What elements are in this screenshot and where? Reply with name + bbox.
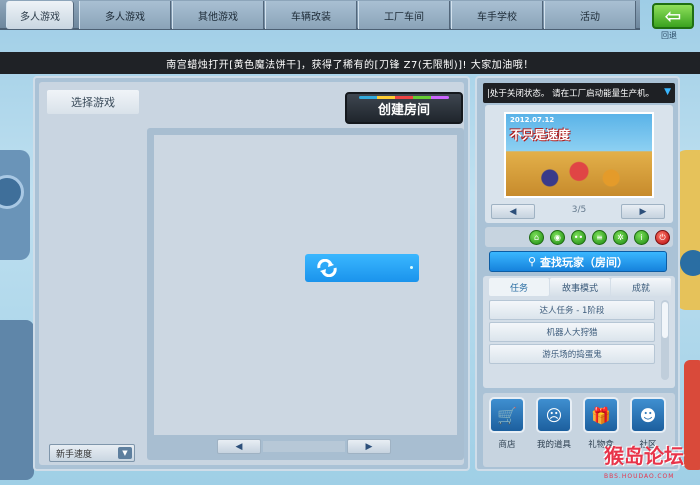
tab-events[interactable]: 活动 — [544, 1, 636, 29]
tab-achievements[interactable]: 成就 — [611, 278, 671, 296]
prev-page-button[interactable]: ◀ — [217, 439, 261, 454]
event-banner: 2012.07.12 不只是速度 ◀ 3/5 ▶ — [485, 105, 673, 223]
status-text: |处于关闭状态。 请在工厂启动能量生产机。 — [487, 89, 655, 99]
watermark-logo: 猴岛论坛 — [604, 444, 684, 468]
refresh-icon — [317, 259, 337, 277]
gift-icon: 🎁 — [583, 397, 619, 433]
tab-other-games[interactable]: 其他游戏 — [172, 1, 264, 29]
tab-tasks[interactable]: 任务 — [489, 278, 549, 296]
next-page-button[interactable]: ▶ — [347, 439, 391, 454]
create-room-button[interactable]: 创建房间 — [345, 92, 463, 124]
tab-driving-school[interactable]: 车手学校 — [451, 1, 543, 29]
mascot-icon: ☻ — [630, 397, 666, 433]
create-room-label: 创建房间 — [377, 102, 430, 118]
refresh-dot — [410, 266, 413, 269]
my-items-button[interactable]: ☹ 我的道具 — [534, 397, 574, 461]
find-player-button[interactable]: ⚲ 查找玩家（房间） — [489, 251, 667, 272]
pager-track — [263, 441, 345, 452]
task-item[interactable]: 游乐场的捣蛋鬼 — [489, 344, 655, 364]
link-icon[interactable]: •• — [571, 230, 586, 245]
watermark-url: BBS.HOUDAO.COM — [604, 473, 675, 480]
task-scrollbar[interactable] — [661, 300, 669, 380]
task-item[interactable]: 机器人大狩猎 — [489, 322, 655, 342]
info-icon[interactable]: i — [634, 230, 649, 245]
banner-page-indicator: 3/5 — [571, 205, 587, 215]
speed-select-value: 新手速度 — [56, 449, 93, 460]
gear-icon[interactable]: ✲ — [613, 230, 628, 245]
search-icon: ⚲ — [527, 255, 537, 268]
chevron-down-icon: ▼ — [118, 447, 132, 459]
cart-icon: 🛒 — [489, 397, 525, 433]
shutdown-icon[interactable]: ⏻ — [655, 230, 670, 245]
room-list-inner: 选择游戏 创建房间 ◀ ▶ 新手速度 ▼ — [39, 82, 464, 465]
banner-title: 不只是速度 — [510, 128, 571, 142]
background-decoration — [680, 250, 700, 276]
banner-next-button[interactable]: ▶ — [621, 204, 665, 219]
chevron-down-icon: ▼ — [664, 87, 671, 97]
task-panel: 任务 故事模式 成就 达人任务 - 1阶段 机器人大狩猎 游乐场的捣蛋鬼 — [483, 276, 675, 388]
scrollbar-thumb[interactable] — [662, 302, 668, 338]
my-items-label: 我的道具 — [536, 440, 571, 450]
side-panel: |处于关闭状态。 请在工厂启动能量生产机。 ▼ 2012.07.12 不只是速度… — [475, 76, 680, 471]
back-button[interactable]: ⇦ — [652, 3, 694, 29]
speed-select[interactable]: 新手速度 ▼ — [49, 444, 135, 462]
tab-vehicle-mod[interactable]: 车辆改装 — [265, 1, 357, 29]
find-player-label: 查找玩家（房间） — [540, 255, 629, 269]
room-pager: ◀ ▶ — [217, 439, 393, 455]
back-arrow-icon: ⇦ — [664, 4, 682, 28]
task-list: 达人任务 - 1阶段 机器人大狩猎 游乐场的捣蛋鬼 — [489, 300, 655, 366]
power-icon[interactable]: ◉ — [550, 230, 565, 245]
task-item[interactable]: 达人任务 - 1阶段 — [489, 300, 655, 320]
shop-label: 商店 — [498, 440, 516, 450]
banner-date: 2012.07.12 — [510, 116, 555, 124]
background-decoration — [0, 320, 34, 480]
main-tab-bar: 多人游戏 多人游戏 其他游戏 车辆改装 工厂车间 车手学校 活动 — [0, 0, 640, 30]
color-stripe — [359, 96, 449, 99]
banner-prev-button[interactable]: ◀ — [491, 204, 535, 219]
tab-story-mode[interactable]: 故事模式 — [550, 278, 610, 296]
banner-image[interactable]: 2012.07.12 不只是速度 — [504, 112, 654, 198]
back-label: 回退 — [661, 31, 677, 40]
announcement-text: 南宫蜡烛打开[黄色魔法饼干]，获得了稀有的[刀锋 Z7(无限制)]! 大家加油哦… — [166, 59, 534, 71]
room-list-area — [154, 135, 457, 435]
banner-pager: ◀ 3/5 ▶ — [491, 204, 667, 220]
crying-face-icon: ☹ — [536, 397, 572, 433]
room-list-panel: 选择游戏 创建房间 ◀ ▶ 新手速度 ▼ — [33, 76, 470, 471]
refresh-button[interactable] — [305, 254, 419, 282]
room-list-frame: ◀ ▶ — [147, 128, 464, 460]
home-icon[interactable]: ⌂ — [529, 230, 544, 245]
tab-factory[interactable]: 工厂车间 — [358, 1, 450, 29]
tab-multiplayer-home[interactable]: 多人游戏 — [6, 1, 74, 29]
quick-icon-row: ⌂ ◉ •• ≡ ✲ i ⏻ — [485, 227, 673, 247]
list-icon[interactable]: ≡ — [592, 230, 607, 245]
background-decoration — [684, 360, 700, 470]
shop-button[interactable]: 🛒 商店 — [487, 397, 527, 461]
status-bar[interactable]: |处于关闭状态。 请在工厂启动能量生产机。 ▼ — [483, 83, 675, 103]
select-game-label[interactable]: 选择游戏 — [47, 90, 139, 114]
tab-multiplayer[interactable]: 多人游戏 — [79, 1, 171, 29]
announcement-bar: 南宫蜡烛打开[黄色魔法饼干]，获得了稀有的[刀锋 Z7(无限制)]! 大家加油哦… — [0, 52, 700, 74]
